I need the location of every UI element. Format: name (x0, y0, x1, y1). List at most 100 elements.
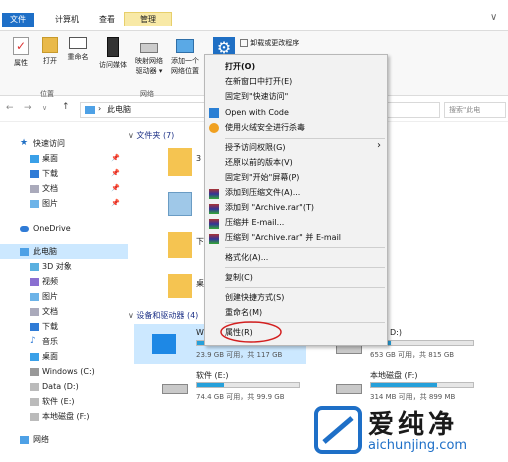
red-circle-annotation (220, 321, 282, 343)
search-input[interactable]: 搜索"此电 (444, 102, 506, 118)
open-label: 打开 (43, 57, 57, 65)
path-separator: › (98, 104, 102, 113)
navigation-pane: ★ 快速访问 桌面 📌 下载 📌 文档 📌 图片 📌 OneDrive 此电脑 … (0, 128, 128, 462)
media-server-icon (107, 37, 119, 57)
drive-usage-fill (371, 383, 438, 387)
nav-label: 文档 (42, 307, 58, 316)
drive-icon (30, 383, 39, 391)
tab-file[interactable]: 文件 (2, 13, 34, 27)
nav-label: 网络 (33, 435, 49, 444)
drives-header-label: 设备和驱动器 (4) (136, 311, 199, 320)
map-drive-label-2: 驱动器 ▾ (135, 67, 163, 75)
nav-downloads-2[interactable]: 下载 (0, 319, 128, 334)
desktop-icon (30, 353, 39, 361)
open-button[interactable]: 打开 (36, 37, 64, 66)
nav-desktop-2[interactable]: 桌面 (0, 349, 128, 364)
uninstall-program-button[interactable]: 卸载或更改程序 (240, 38, 299, 48)
nav-label: 快速访问 (33, 139, 65, 148)
nav-quick-access[interactable]: ★ 快速访问 (0, 136, 128, 151)
nav-label: 下载 (42, 169, 58, 178)
menu-item-pin-start[interactable]: 固定到"开始"屏幕(P) (225, 171, 299, 184)
chevron-down-icon[interactable]: ∨ (490, 12, 497, 23)
nav-label: Windows (C:) (42, 367, 95, 376)
nav-documents-2[interactable]: 文档 (0, 304, 128, 319)
nav-drive-f[interactable]: 本地磁盘 (F:) (0, 409, 128, 424)
nav-desktop[interactable]: 桌面 📌 (0, 151, 128, 166)
access-media-button[interactable]: 访问媒体 (96, 37, 130, 70)
menu-item-create-shortcut[interactable]: 创建快捷方式(S) (225, 291, 284, 304)
map-drive-button[interactable]: 映射网络 驱动器 ▾ (132, 37, 166, 76)
forward-button[interactable]: → (24, 103, 32, 113)
menu-item-open-new-window[interactable]: 在新窗口中打开(E) (225, 75, 292, 88)
menu-item-give-access[interactable]: 授予访问权限(G) (225, 141, 285, 154)
folder-icon[interactable] (168, 148, 192, 176)
menu-item-rename[interactable]: 重命名(M) (225, 306, 262, 319)
menu-item-copy[interactable]: 复制(C) (225, 271, 253, 284)
menu-item-compress-email[interactable]: 压缩并 E-mail... (225, 216, 284, 229)
nav-pictures-2[interactable]: 图片 (0, 289, 128, 304)
nav-downloads[interactable]: 下载 📌 (0, 166, 128, 181)
nav-music[interactable]: ♪ 音乐 (0, 334, 128, 349)
drive-usage-fill (197, 383, 224, 387)
nav-3d-objects[interactable]: 3D 对象 (0, 259, 128, 274)
menu-item-compress-rar-email[interactable]: 压缩到 "Archive.rar" 并 E-mail (225, 231, 341, 244)
picture-folder-icon[interactable] (168, 192, 192, 216)
nav-drive-d[interactable]: Data (D:) (0, 379, 128, 394)
computer-icon (85, 106, 95, 114)
uninstall-label: 卸载或更改程序 (250, 39, 300, 47)
menu-separator (225, 138, 385, 139)
nav-documents[interactable]: 文档 📌 (0, 181, 128, 196)
properties-button[interactable]: ✓ 属性 (6, 37, 36, 68)
program-icon (240, 39, 248, 47)
up-button[interactable]: ↑ (62, 102, 70, 112)
add-network-location-button[interactable]: 添加一个 网络位置 (168, 37, 202, 76)
nav-drive-c[interactable]: Windows (C:) (0, 364, 128, 379)
nav-label: 3D 对象 (42, 262, 72, 271)
recent-button[interactable]: ∨ (42, 104, 47, 112)
menu-item-pin-quick-access[interactable]: 固定到"快速访问" (225, 90, 288, 103)
breadcrumb-this-pc[interactable]: 此电脑 (107, 104, 131, 115)
nav-pictures[interactable]: 图片 📌 (0, 196, 128, 211)
desktop-folder-icon[interactable] (168, 274, 192, 298)
menu-item-add-to-archive-rar[interactable]: 添加到 "Archive.rar"(T) (225, 201, 314, 214)
nav-drive-e[interactable]: 软件 (E:) (0, 394, 128, 409)
picture-icon (30, 200, 39, 208)
drive-icon (30, 368, 39, 376)
nav-label: 此电脑 (33, 247, 57, 256)
tab-view[interactable]: 查看 (94, 13, 120, 27)
drive-e-tile[interactable]: 软件 (E:) 74.4 GB 可用，共 99.9 GB (160, 366, 310, 406)
menu-item-format[interactable]: 格式化(A)... (225, 251, 268, 264)
music-icon: ♪ (30, 336, 36, 346)
folders-section-header[interactable]: ∨ 文件夹 (7) (128, 130, 174, 141)
properties-label: 属性 (14, 59, 28, 67)
menu-item-antivirus-scan[interactable]: 使用火绒安全进行杀毒 (225, 121, 305, 134)
picture-icon (30, 293, 39, 301)
pin-icon: 📌 (111, 184, 120, 192)
download-folder-icon[interactable] (168, 232, 192, 258)
rename-label: 重命名 (67, 53, 89, 61)
checkmark-icon: ✓ (13, 37, 29, 55)
tab-computer[interactable]: 计算机 (50, 13, 84, 27)
menu-item-add-to-archive[interactable]: 添加到压缩文件(A)... (225, 186, 300, 199)
menu-item-restore-versions[interactable]: 还原以前的版本(V) (225, 156, 293, 169)
menu-item-open[interactable]: 打开(O) (225, 60, 255, 73)
drive-icon (30, 398, 39, 406)
nav-videos[interactable]: 视频 (0, 274, 128, 289)
nav-this-pc[interactable]: 此电脑 (0, 244, 128, 259)
folder-label: 桌 (196, 279, 204, 288)
shield-icon (209, 123, 219, 133)
menu-item-open-with-code[interactable]: Open with Code (225, 106, 289, 119)
drive-space: 314 MB 可用，共 899 MB (370, 393, 456, 401)
drive-usage-bar (370, 382, 474, 388)
rename-button[interactable]: 重命名 (64, 37, 92, 62)
nav-onedrive[interactable]: OneDrive (0, 221, 128, 236)
nav-network[interactable]: 网络 (0, 432, 128, 447)
tab-manage[interactable]: 管理 (124, 12, 172, 26)
computer-icon (20, 248, 29, 256)
drives-section-header[interactable]: ∨ 设备和驱动器 (4) (128, 310, 198, 321)
pin-icon: 📌 (111, 169, 120, 177)
drive-f-tile[interactable]: 本地磁盘 (F:) 314 MB 可用，共 899 MB (334, 366, 504, 406)
document-icon (30, 185, 39, 193)
brand-logo-icon (314, 406, 362, 454)
back-button[interactable]: ← (6, 103, 14, 113)
